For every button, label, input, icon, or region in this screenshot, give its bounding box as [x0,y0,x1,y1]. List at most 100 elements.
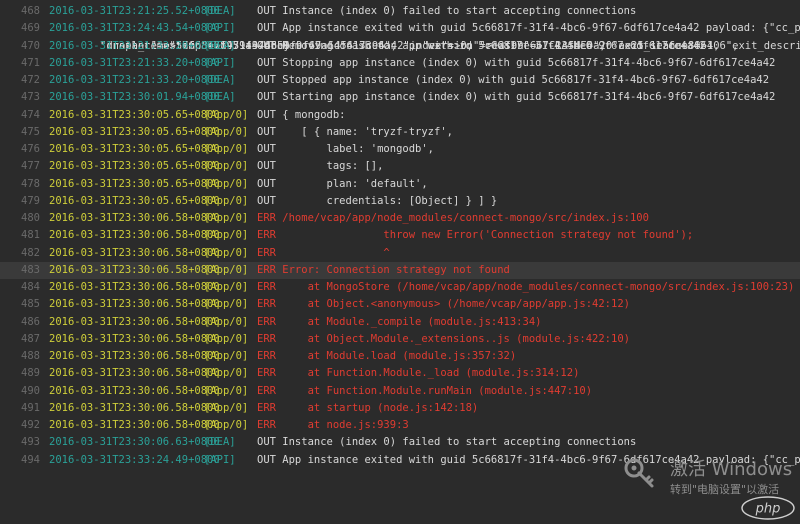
log-message: ERR ^ [257,246,390,259]
line-number: 479 [21,194,40,207]
log-line: 493 2016-03-31T23:30:06.63+0800 [DEA] OUT I… [0,434,800,451]
log-source: [App/0] [204,125,249,138]
log-line: 472 2016-03-31T23:21:33.20+0800 [DEA] OUT S… [0,72,800,89]
log-source: [DEA] [204,436,236,449]
log-line: 469 2016-03-31T23:24:43.54+0800 [API] OUT A… [0,20,800,37]
log-timestamp: 2016-03-31T23:33:24.49+0800 [49,453,220,466]
log-timestamp: 2016-03-31T23:21:33.20+0800 [49,39,220,52]
line-number: 475 [21,125,40,138]
line-number: 490 [21,384,40,397]
log-output: 468 2016-03-31T23:21:25.52+0800 [DEA] OUT I… [0,3,800,469]
log-source: [App/0] [204,108,249,121]
log-timestamp: 2016-03-31T23:21:25.52+0800 [49,5,220,17]
log-message: ERR throw new Error('Connection strategy… [257,229,694,242]
log-timestamp: 2016-03-31T23:30:06.58+0800 [49,246,220,259]
line-number: 472 [21,74,40,86]
line-number: 493 [21,436,40,449]
log-source: [App/0] [204,315,249,328]
log-timestamp: 2016-03-31T23:30:01.94+0800 [49,91,220,104]
log-message: ERR /home/vcap/app/node_modules/connect-… [257,212,649,224]
log-timestamp: 2016-03-31T23:30:06.58+0800 [49,401,220,414]
log-message: OUT plan: 'default', [257,177,428,190]
log-line: 486 2016-03-31T23:30:06.58+0800 [App/0] ERR… [0,314,800,331]
line-number: 480 [21,212,40,224]
watermark-title: 激活 Windows [670,459,793,480]
log-line: 482 2016-03-31T23:30:06.58+0800 [App/0] ERR… [0,245,800,262]
log-line: 492 2016-03-31T23:30:06.58+0800 [App/0] ERR… [0,417,800,434]
line-number: 469 [21,22,40,35]
log-line: 483 2016-03-31T23:30:06.58+0800 [App/0] ERR… [0,261,800,279]
line-number: 471 [21,56,40,69]
log-line: 468 2016-03-31T23:21:25.52+0800 [DEA] OUT I… [0,3,800,20]
log-timestamp: 2016-03-31T23:30:06.63+0800 [49,436,220,449]
log-source: [App/0] [204,194,249,207]
line-number: 489 [21,367,40,380]
watermark-subtitle: 转到"电脑设置"以激活 [670,483,780,496]
log-message: ERR at MongoStore (/home/vcap/app/node_m… [257,281,795,293]
line-number: 486 [21,315,40,328]
log-timestamp: 2016-03-31T23:30:05.65+0800 [49,108,220,121]
log-line: 489 2016-03-31T23:30:06.58+0800 [App/0] ERR… [0,365,800,382]
log-timestamp: 2016-03-31T23:21:33.20+0800 [49,74,220,86]
activate-windows-watermark: 激活 Windows 转到"电脑设置"以激活 [622,453,800,499]
log-message: OUT { mongodb: [257,108,346,121]
log-message: OUT Removing crash for app with id 5c668… [257,39,706,52]
log-timestamp: 2016-03-31T23:30:06.58+0800 [49,263,220,276]
line-number: 474 [21,108,40,121]
log-source: [App/0] [204,384,249,397]
log-timestamp: 2016-03-31T23:30:06.58+0800 [49,281,220,293]
log-line: 477 2016-03-31T23:30:05.65+0800 [App/0] OUT… [0,158,800,175]
log-timestamp: 2016-03-31T23:30:05.65+0800 [49,177,220,190]
log-source: [App/0] [204,229,249,242]
line-number: 482 [21,246,40,259]
line-number: 478 [21,177,40,190]
log-source: [API] [204,22,236,35]
log-message: ERR at Object.Module._extensions..js (mo… [257,332,630,345]
log-message: ERR at Function.Module.runMain (module.j… [257,384,593,397]
log-timestamp: 2016-03-31T23:30:06.58+0800 [49,298,220,311]
log-source: [DEA] [204,39,236,52]
log-source: [App/0] [204,160,249,173]
log-line: 484 2016-03-31T23:30:06.58+0800 [App/0] ERR… [0,279,800,296]
key-icon [624,458,654,488]
line-number: 477 [21,160,40,173]
log-timestamp: 2016-03-31T23:30:06.58+0800 [49,332,220,345]
log-message: OUT credentials: [Object] } ] } [257,194,498,207]
log-source: [App/0] [204,263,249,276]
log-source: [DEA] [204,91,236,104]
log-timestamp: 2016-03-31T23:30:06.58+0800 [49,315,220,328]
log-message: ERR at startup (node.js:142:18) [257,401,479,414]
log-timestamp: 2016-03-31T23:24:43.54+0800 [49,22,220,35]
log-source: [App/0] [204,367,249,380]
log-source: [App/0] [204,350,249,362]
log-timestamp: 2016-03-31T23:30:05.65+0800 [49,160,220,173]
log-source: [App/0] [204,246,249,259]
log-timestamp: 2016-03-31T23:30:05.65+0800 [49,125,220,138]
line-number: 481 [21,229,40,242]
log-line: 470 2016-03-31T23:21:33.20+0800 [DEA] OUT R… [0,38,800,55]
log-line: 490 2016-03-31T23:30:06.58+0800 [App/0] ERR… [0,383,800,400]
log-message: OUT tags: [], [257,160,384,173]
log-source: [App/0] [204,419,249,431]
log-message: ERR at Module.load (module.js:357:32) [257,350,517,362]
log-message: ERR Error: Connection strategy not found [257,263,510,276]
log-timestamp: 2016-03-31T23:30:06.58+0800 [49,384,220,397]
line-number: 491 [21,401,40,414]
log-source: [App/0] [204,212,249,224]
log-message: OUT Instance (index 0) failed to start a… [257,5,637,17]
log-line: 491 2016-03-31T23:30:06.58+0800 [App/0] ERR… [0,400,800,417]
log-line: 473 2016-03-31T23:30:01.94+0800 [DEA] OUT S… [0,89,800,106]
log-timestamp: 2016-03-31T23:30:05.65+0800 [49,194,220,207]
log-source: [DEA] [204,74,236,86]
line-number: 468 [21,5,40,17]
log-line: 487 2016-03-31T23:30:06.58+0800 [App/0] ERR… [0,331,800,348]
log-source: [App/0] [204,401,249,414]
log-timestamp: 2016-03-31T23:30:06.58+0800 [49,212,220,224]
log-timestamp: 2016-03-31T23:30:05.65+0800 [49,143,220,155]
line-number: 494 [21,453,40,466]
log-line: 479 2016-03-31T23:30:05.65+0800 [App/0] OUT… [0,193,800,210]
log-message: ERR at node.js:939:3 [257,419,409,431]
log-source: [App/0] [204,298,249,311]
log-message: ERR at Function.Module._load (module.js:… [257,367,580,380]
log-line: 478 2016-03-31T23:30:05.65+0800 [App/0] OUT… [0,176,800,193]
